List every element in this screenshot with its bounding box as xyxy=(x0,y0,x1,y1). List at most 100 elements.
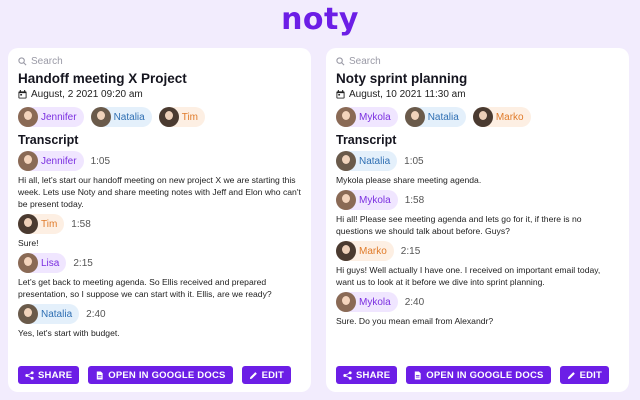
transcript-text: Hi all! Please see meeting agenda and le… xyxy=(336,214,582,236)
timestamp[interactable]: 1:58 xyxy=(71,219,90,230)
speaker-chip[interactable]: Natalia xyxy=(336,151,398,171)
participant-name: Natalia xyxy=(427,111,459,123)
speaker-name: Mykola xyxy=(359,194,391,206)
avatar xyxy=(472,107,493,127)
transcript-text: Sure. Do you mean email from Alexandr? xyxy=(336,316,494,326)
participant-chip[interactable]: Jennifer xyxy=(18,107,84,127)
document-icon xyxy=(97,370,103,380)
meeting-date: August, 10 2021 11:30 am xyxy=(336,89,619,100)
transcript-entry: Natalia 2:40 Yes, let's start with budge… xyxy=(18,304,301,339)
speaker-name: Natalia xyxy=(359,155,391,167)
timestamp[interactable]: 1:58 xyxy=(405,195,424,206)
speaker-name: Jennifer xyxy=(41,155,77,167)
calendar-icon xyxy=(18,90,27,99)
document-icon xyxy=(415,370,421,380)
transcript-entry: Mykola 2:40 Sure. Do you mean email from… xyxy=(336,292,619,327)
avatar xyxy=(336,107,356,127)
participants-list: Jennifer Natalia Tim xyxy=(18,107,301,127)
transcript-entry: Lisa 2:15 Let's get back to meeting agen… xyxy=(18,253,301,300)
calendar-icon xyxy=(336,90,345,99)
meeting-card: Search Handoff meeting X Project August,… xyxy=(8,48,311,392)
edit-button[interactable]: EDIT xyxy=(241,366,292,384)
transcript-heading: Transcript xyxy=(336,133,397,147)
avatar xyxy=(336,241,356,261)
search-icon xyxy=(336,56,345,65)
transcript-entry: Marko 2:15 Hi guys! Well actually I have… xyxy=(336,241,619,288)
speaker-name: Natalia xyxy=(41,308,73,320)
open-google-docs-button[interactable]: OPEN IN GOOGLE DOCS xyxy=(406,366,551,384)
participant-chip[interactable]: Tim xyxy=(158,107,206,127)
avatar xyxy=(18,304,38,324)
meeting-card: Search Noty sprint planning August, 10 2… xyxy=(326,48,629,392)
share-button-label: SHARE xyxy=(38,369,73,381)
timestamp[interactable]: 2:15 xyxy=(73,258,92,269)
open-google-docs-button-label: OPEN IN GOOGLE DOCS xyxy=(108,369,226,381)
speaker-chip[interactable]: Jennifer xyxy=(18,151,84,171)
transcript-entry: Tim 1:58 Sure! xyxy=(18,214,301,249)
transcript-entry: Mykola 1:58 Hi all! Please see meeting a… xyxy=(336,190,619,237)
speaker-chip[interactable]: Mykola xyxy=(336,190,398,210)
timestamp[interactable]: 2:40 xyxy=(86,309,105,320)
share-icon xyxy=(343,370,352,380)
participant-chip[interactable]: Natalia xyxy=(90,107,152,127)
avatar xyxy=(90,107,111,127)
pencil-icon xyxy=(567,371,575,379)
transcript-text: Let's get back to meeting agenda. So Ell… xyxy=(18,277,272,299)
speaker-name: Marko xyxy=(359,245,387,257)
avatar xyxy=(18,214,38,234)
edit-button[interactable]: EDIT xyxy=(559,366,610,384)
avatar xyxy=(336,151,356,171)
participant-name: Marko xyxy=(495,111,524,123)
transcript-heading: Transcript xyxy=(18,133,79,147)
transcript-text: Sure! xyxy=(18,238,39,248)
open-google-docs-button-label: OPEN IN GOOGLE DOCS xyxy=(426,369,544,381)
share-button[interactable]: SHARE xyxy=(336,366,398,384)
transcript-text: Yes, let's start with budget. xyxy=(18,328,120,338)
timestamp[interactable]: 1:05 xyxy=(91,156,110,167)
speaker-name: Lisa xyxy=(41,257,60,269)
avatar xyxy=(336,190,356,210)
avatar xyxy=(158,107,179,127)
timestamp[interactable]: 2:15 xyxy=(401,246,420,257)
participant-name: Mykola xyxy=(359,111,391,123)
search-icon xyxy=(18,56,27,65)
speaker-chip[interactable]: Natalia xyxy=(18,304,80,324)
transcript-entry: Natalia 1:05 Mykola please share meeting… xyxy=(336,151,619,186)
avatar xyxy=(336,292,356,312)
participant-name: Tim xyxy=(181,111,199,123)
search-bar[interactable]: Search xyxy=(336,54,619,68)
avatar xyxy=(18,107,38,127)
participant-chip[interactable]: Natalia xyxy=(404,107,466,127)
search-bar[interactable]: Search xyxy=(18,54,301,68)
timestamp[interactable]: 2:40 xyxy=(405,297,424,308)
meeting-date-text: August, 2 2021 09:20 am xyxy=(31,89,143,100)
open-google-docs-button[interactable]: OPEN IN GOOGLE DOCS xyxy=(88,366,233,384)
search-input[interactable]: Search xyxy=(349,56,381,67)
speaker-chip[interactable]: Mykola xyxy=(336,292,398,312)
meeting-title: Noty sprint planning xyxy=(336,71,468,86)
speaker-chip[interactable]: Lisa xyxy=(18,253,67,273)
timestamp[interactable]: 1:05 xyxy=(404,156,423,167)
meeting-title: Handoff meeting X Project xyxy=(18,71,187,86)
speaker-name: Mykola xyxy=(359,296,391,308)
participant-name: Jennifer xyxy=(41,111,77,123)
participant-name: Natalia xyxy=(113,111,145,123)
share-icon xyxy=(25,370,34,380)
pencil-icon xyxy=(249,371,257,379)
speaker-chip[interactable]: Marko xyxy=(336,241,394,261)
avatar xyxy=(18,151,38,171)
avatar xyxy=(18,253,38,273)
speaker-chip[interactable]: Tim xyxy=(18,214,65,234)
participant-chip[interactable]: Marko xyxy=(472,107,531,127)
action-bar: SHARE OPEN IN GOOGLE DOCS EDIT xyxy=(336,366,610,384)
transcript-text: Hi guys! Well actually I have one. I rec… xyxy=(336,265,601,287)
app-logo: noty xyxy=(281,2,359,37)
speaker-name: Tim xyxy=(41,218,58,230)
edit-button-label: EDIT xyxy=(579,369,603,381)
edit-button-label: EDIT xyxy=(261,369,285,381)
participant-chip[interactable]: Mykola xyxy=(336,107,398,127)
transcript-text: Hi all, let's start our handoff meeting … xyxy=(18,175,301,209)
meeting-date-text: August, 10 2021 11:30 am xyxy=(349,89,466,100)
search-input[interactable]: Search xyxy=(31,56,63,67)
share-button[interactable]: SHARE xyxy=(18,366,80,384)
